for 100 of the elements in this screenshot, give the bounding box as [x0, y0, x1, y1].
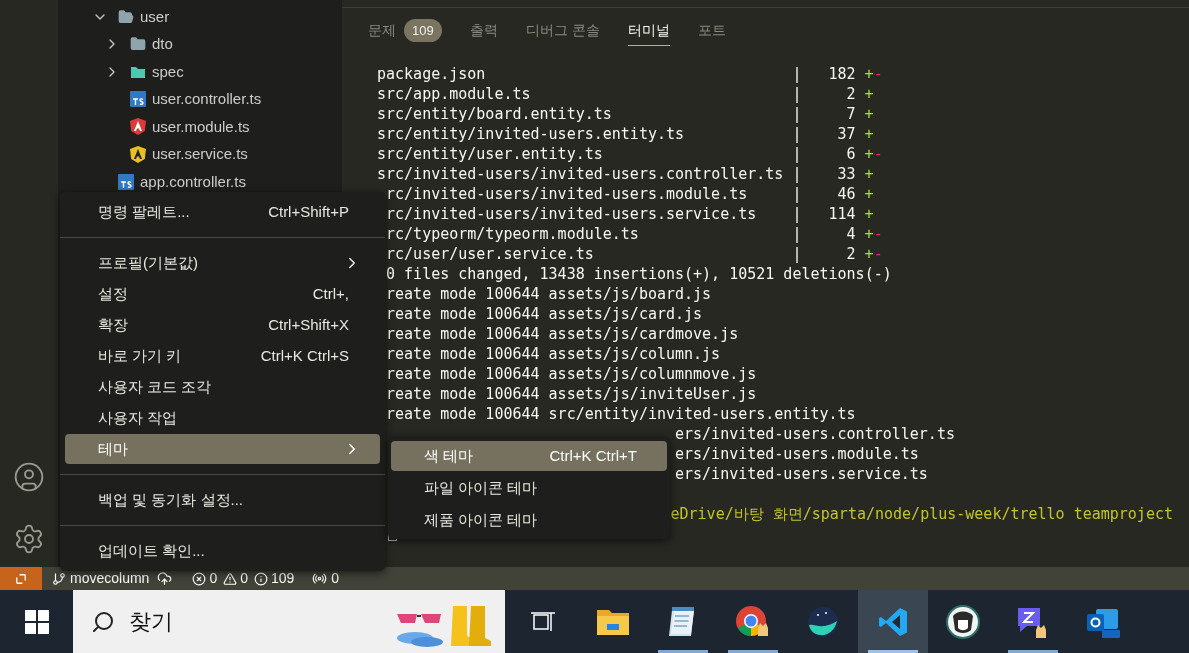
warning-icon: [223, 571, 238, 586]
terminal-text: rc/user/user.service.ts: [386, 244, 595, 264]
error-icon: [192, 571, 207, 586]
terminal-text: |: [792, 184, 802, 204]
menu-item[interactable]: 색 테마 Ctrl+K Ctrl+T: [391, 441, 667, 471]
terminal-text: |: [792, 164, 802, 184]
terminal-text: |: [792, 124, 802, 144]
terminal-text: 2: [845, 244, 856, 264]
file-name[interactable]: app.controller.ts: [140, 170, 246, 193]
terminal-text: 4: [845, 224, 856, 244]
terminal-text: src/entity/board.entity.ts: [377, 104, 613, 124]
file-name[interactable]: user.service.ts: [152, 143, 248, 166]
code-editor-icon: [877, 605, 909, 638]
remote-button[interactable]: [0, 567, 42, 590]
panel-tab[interactable]: 출력: [469, 16, 498, 46]
terminal-text: +: [864, 64, 874, 84]
folder-open-icon: [118, 8, 134, 25]
terminal-text: -: [873, 224, 883, 244]
search-icon: [91, 609, 115, 634]
file-name[interactable]: user.controller.ts: [152, 88, 262, 111]
terminal-text: reate mode 100644 assets/js/inviteUser.js: [386, 385, 757, 403]
terminal-text: reate mode 100644 assets/js/column.js: [386, 345, 721, 363]
terminal-text: |: [792, 84, 802, 104]
menu-item[interactable]: 프로필(기본값): [65, 248, 380, 278]
terminal-text: 0 files changed, 13438 insertions(+), 10521 deletions(-): [386, 265, 892, 283]
terminal-text: |: [792, 144, 802, 164]
terminal-text: src/entity/user.entity.ts: [377, 144, 604, 164]
terminal-text: rc/invited-users/invited-users.module.ts: [386, 184, 749, 204]
terminal-text: reate mode 100644 src/entity/invited-users.entity.ts: [386, 405, 856, 423]
shield-icon: [130, 145, 146, 163]
folder-name[interactable]: dto: [152, 33, 173, 56]
terminal-text: ers/invited-users.service.ts: [675, 465, 928, 483]
info-icon: [253, 571, 268, 586]
terminal-path: eDrive/바탕 화면/sparta/node/plus-week/trello teamproject: [670, 505, 1173, 523]
ports-button[interactable]: 0: [312, 568, 340, 589]
folder-icon: [130, 36, 146, 53]
terminal-text: 114: [827, 204, 856, 224]
terminal-text: 37: [836, 124, 856, 144]
branch-button[interactable]: movecolumn: [52, 568, 173, 589]
menu-item[interactable]: 설정 Ctrl+,: [65, 279, 380, 309]
windows-icon: [24, 609, 49, 634]
terminal-text: +: [864, 124, 874, 144]
terminal-text: ers/invited-users.module.ts: [675, 445, 919, 463]
terminal-text: -: [873, 244, 883, 264]
folder-name[interactable]: user: [140, 5, 170, 28]
terminal-text: |: [792, 244, 802, 264]
terminal-text: +: [864, 144, 874, 164]
folder-name[interactable]: spec: [152, 60, 184, 83]
menu-item[interactable]: 바로 가기 키 Ctrl+K Ctrl+S: [65, 341, 380, 371]
terminal-text: +: [864, 224, 874, 244]
broadcast-icon: [312, 571, 328, 586]
terminal-text: src/entity/invited-users.entity.ts: [377, 124, 686, 144]
terminal-text: +: [864, 164, 874, 184]
terminal-text: reate mode 100644 assets/js/card.js: [386, 305, 703, 323]
menu-item[interactable]: 테마: [65, 434, 380, 464]
terminal-text: +: [864, 84, 874, 104]
terminal-text: 7: [845, 104, 856, 124]
settings-icon[interactable]: [13, 523, 45, 555]
terminal-text: package.json: [377, 64, 487, 84]
panel-tab[interactable]: 터미널: [627, 16, 670, 46]
search-field[interactable]: 찾기: [129, 605, 329, 638]
file-name[interactable]: user.module.ts: [152, 115, 250, 138]
menu-item[interactable]: 명령 팔레트... Ctrl+Shift+P: [65, 197, 380, 227]
menu-item[interactable]: 파일 아이콘 테마: [391, 473, 667, 503]
terminal-text: |: [792, 64, 802, 84]
menu-item[interactable]: 사용자 코드 조각: [65, 372, 380, 402]
terminal-text: +: [864, 244, 874, 264]
cloud-upload-icon: [157, 571, 173, 586]
ts-icon: [118, 173, 134, 190]
terminal-text: ers/invited-users.controller.ts: [675, 425, 955, 443]
terminal-text: |: [792, 224, 802, 244]
terminal-text: 46: [836, 184, 856, 204]
terminal-text: reate mode 100644 assets/js/board.js: [386, 285, 712, 303]
panel-tab[interactable]: 디버그 콘솔: [525, 16, 600, 46]
folder-icon: [130, 64, 146, 79]
ts-icon: [130, 91, 146, 108]
menu-item[interactable]: 백업 및 동기화 설정...: [65, 485, 380, 515]
whale-icon: [806, 604, 840, 639]
terminal-text: 6: [845, 144, 856, 164]
terminal-text: 182: [827, 64, 856, 84]
terminal-text: reate mode 100644 assets/js/cardmove.js: [386, 325, 739, 343]
terminal-text: 33: [836, 164, 856, 184]
menu-item[interactable]: 업데이트 확인...: [65, 536, 380, 566]
panel-tab[interactable]: 포트: [697, 16, 726, 46]
menu-item[interactable]: 제품 아이콘 테마: [391, 505, 667, 535]
panel-tab[interactable]: 문제 109: [368, 16, 442, 46]
terminal-text: +: [864, 184, 874, 204]
terminal-text: +: [864, 104, 874, 124]
terminal-text: src/app.module.ts: [377, 84, 532, 104]
terminal-text: 2: [845, 84, 856, 104]
menu-item[interactable]: 확장 Ctrl+Shift+X: [65, 310, 380, 340]
task-view-icon: [530, 609, 556, 634]
remote-icon: [14, 571, 28, 586]
account-icon[interactable]: [13, 461, 45, 493]
terminal-text: |: [792, 104, 802, 124]
shield-icon: [130, 118, 146, 136]
count-badge: 109: [404, 18, 442, 43]
terminal-text: +: [864, 204, 874, 224]
menu-item[interactable]: 사용자 작업: [65, 403, 380, 433]
problems-button[interactable]: 0 0 109: [192, 568, 295, 589]
